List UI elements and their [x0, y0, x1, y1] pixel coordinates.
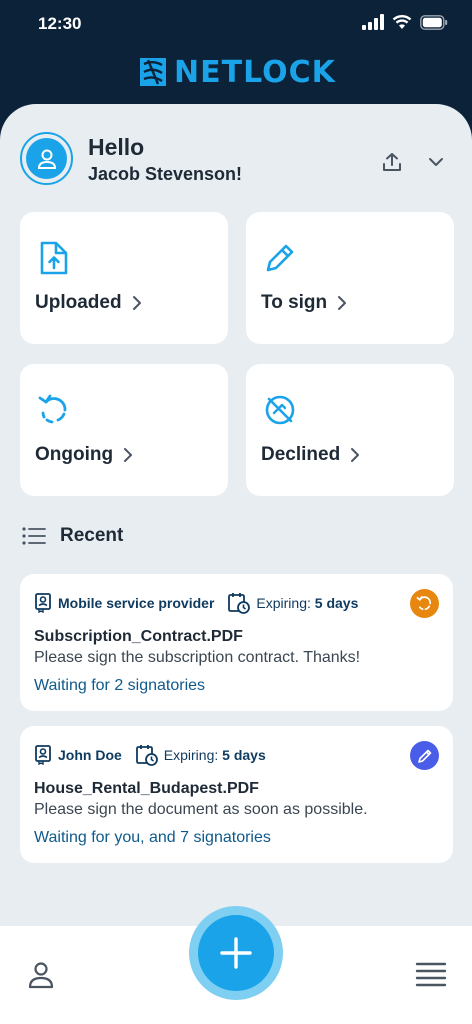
recent-item-meta: John Doe Expiring: 5 days: [34, 744, 266, 766]
pencil-icon: [266, 244, 294, 272]
hamburger-menu-icon: [415, 962, 447, 987]
status-badge: [410, 741, 439, 770]
upload-document-icon: [40, 241, 68, 275]
brand-logo: NETLOCK: [0, 52, 472, 92]
chevron-right-icon: [338, 296, 347, 310]
recent-item-meta: Mobile service provider Expiring: 5 days: [34, 592, 358, 614]
clock-calendar-icon: [135, 745, 158, 766]
recent-item[interactable]: Mobile service provider Expiring: 5 days…: [20, 574, 453, 711]
recent-item-sender: Mobile service provider: [58, 595, 215, 611]
user-icon: [28, 962, 54, 989]
wifi-icon: [392, 15, 412, 29]
user-icon: [37, 149, 56, 169]
sender-icon: [35, 593, 51, 613]
refresh-dashed-icon: [416, 596, 432, 611]
greeting-section: Hello Jacob Stevenson!: [20, 132, 452, 188]
sender-icon: [35, 745, 51, 765]
tile-ongoing[interactable]: Ongoing: [20, 364, 228, 496]
chevron-right-icon: [351, 448, 360, 462]
recent-item-expiring: Expiring: 5 days: [163, 747, 266, 763]
recent-title: Recent: [60, 525, 124, 546]
signal-icon: [362, 14, 384, 30]
recent-item-waiting: Waiting for you, and 7 signatories: [34, 829, 271, 846]
tile-ongoing-label: Ongoing: [35, 444, 133, 466]
recent-item-sender: John Doe: [58, 747, 122, 763]
recent-item-filename: Subscription_Contract.PDF: [34, 628, 243, 645]
list-icon: [22, 527, 46, 545]
status-icons: [362, 14, 448, 30]
recent-item[interactable]: John Doe Expiring: 5 days House_Rental_B…: [20, 726, 453, 863]
declined-icon: [265, 395, 295, 425]
account-dropdown-button[interactable]: [422, 148, 450, 176]
greeting-username: Jacob Stevenson!: [88, 164, 243, 184]
status-time: 12:30: [38, 14, 82, 33]
tile-to-sign-label: To sign: [261, 292, 347, 314]
pencil-icon: [417, 749, 431, 763]
recent-item-description: Please sign the subscription contract. T…: [34, 649, 361, 666]
chevron-down-icon: [429, 158, 443, 166]
tile-declined[interactable]: Declined: [246, 364, 454, 496]
refresh-dashed-icon: [38, 394, 67, 424]
tile-uploaded[interactable]: Uploaded: [20, 212, 228, 344]
main-content: Hello Jacob Stevenson! Uploaded To sign …: [0, 104, 472, 926]
tile-uploaded-label: Uploaded: [35, 292, 142, 314]
profile-button[interactable]: [26, 960, 56, 990]
plus-icon: [220, 937, 252, 969]
netlock-logo-icon: [140, 58, 167, 86]
recent-item-waiting: Waiting for 2 signatories: [34, 677, 206, 694]
brand-name: NETLOCK: [174, 54, 336, 90]
chevron-right-icon: [124, 448, 133, 462]
recent-header: Recent: [22, 524, 123, 548]
battery-icon: [420, 14, 448, 30]
upload-icon: [383, 153, 401, 171]
avatar[interactable]: [20, 132, 73, 185]
clock-calendar-icon: [228, 593, 251, 614]
menu-button[interactable]: [415, 962, 447, 988]
add-document-button[interactable]: [189, 906, 283, 1000]
recent-item-expiring: Expiring: 5 days: [256, 595, 359, 611]
greeting-hello: Hello: [88, 134, 145, 160]
status-badge: [410, 589, 439, 618]
recent-item-filename: House_Rental_Budapest.PDF: [34, 780, 259, 797]
tile-to-sign[interactable]: To sign: [246, 212, 454, 344]
status-bar: 12:30: [0, 0, 472, 48]
upload-button[interactable]: [378, 148, 406, 176]
chevron-right-icon: [132, 296, 141, 310]
recent-item-description: Please sign the document as soon as poss…: [34, 801, 368, 818]
tile-declined-label: Declined: [261, 444, 360, 466]
